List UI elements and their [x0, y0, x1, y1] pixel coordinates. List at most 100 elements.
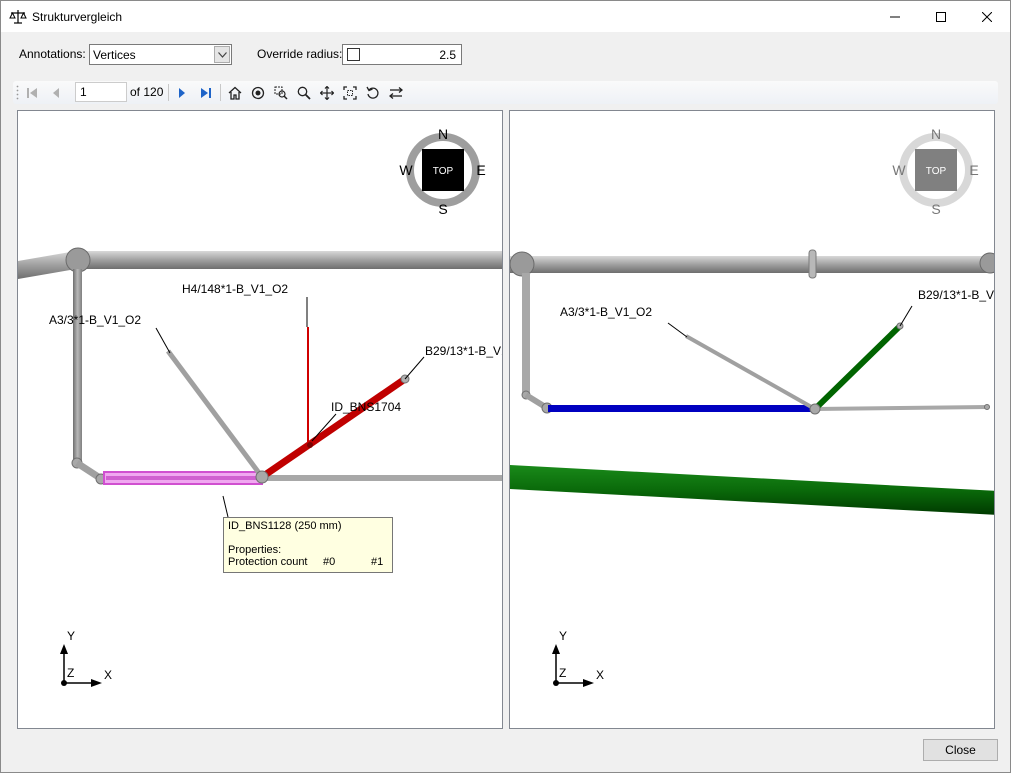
left-3d-viewport[interactable]: H4/148*1-B_V1_O2 A3/3*1-B_V1_O2 B29/13*1…: [17, 110, 503, 729]
pipe-joint[interactable]: [255, 470, 269, 484]
branch-pipe[interactable]: [165, 349, 265, 479]
reset-view-button[interactable]: [363, 83, 383, 102]
maximize-icon: [936, 11, 946, 22]
grip-icon: [16, 85, 19, 100]
tooltip-properties-label: Properties:: [228, 544, 282, 556]
tooltip-property-value-1: #1: [371, 556, 384, 568]
pipe-label-b29: B29/13*1-B_V1_O2: [425, 344, 503, 358]
vertical-pipe[interactable]: [73, 269, 82, 462]
right-3d-viewport[interactable]: A3/3*1-B_V1_O2 B29/13*1-B_V1_O2 TOP N S …: [509, 110, 995, 729]
green-pipe-segment[interactable]: [812, 323, 903, 412]
minimize-button[interactable]: [872, 1, 918, 32]
page-number-box[interactable]: [75, 82, 127, 102]
fit-extents-icon: [343, 85, 357, 100]
main-pipe[interactable]: [76, 251, 503, 269]
title-bar: Strukturvergleich: [1, 1, 1010, 32]
pipe-joint[interactable]: [809, 403, 821, 415]
main-pipe[interactable]: [510, 256, 995, 273]
pipe-joint[interactable]: [65, 247, 91, 273]
x-axis-label: X: [104, 668, 112, 682]
y-axis-arrow: [60, 644, 68, 654]
compass-east[interactable]: E: [476, 162, 485, 178]
navigation-toolbar: of 120: [13, 81, 998, 104]
dropdown-arrow[interactable]: [214, 46, 230, 63]
pipe-joint[interactable]: [984, 404, 990, 410]
right-scene: A3/3*1-B_V1_O2 B29/13*1-B_V1_O2 TOP N S …: [510, 126, 995, 687]
pipe-label-bns1704: ID_BNS1704: [331, 400, 401, 414]
compass-east[interactable]: E: [969, 162, 978, 178]
zoom-extents-button[interactable]: [340, 83, 360, 102]
tooltip-property-name: Protection count: [228, 556, 308, 568]
close-button[interactable]: Close: [923, 739, 998, 761]
orbit-icon: [251, 86, 265, 99]
view-compass[interactable]: TOP N S E W: [892, 126, 978, 217]
compass-north[interactable]: N: [438, 126, 448, 142]
zoom-window-button[interactable]: [271, 83, 291, 102]
settings-row: Annotations: Vertices Override radius: 2…: [1, 43, 1010, 65]
override-radius-label: Override radius:: [257, 47, 343, 61]
maximize-button[interactable]: [918, 1, 964, 32]
compass-west[interactable]: W: [892, 162, 906, 178]
zoom-button[interactable]: [294, 83, 314, 102]
pipe-joint[interactable]: [510, 251, 535, 277]
close-icon: [982, 11, 992, 22]
leader-line: [222, 495, 229, 518]
y-axis-label: Y: [559, 629, 567, 643]
swap-views-button[interactable]: [386, 83, 406, 102]
orbit-button[interactable]: [248, 83, 268, 102]
pipe-label-b29: B29/13*1-B_V1_O2: [918, 288, 995, 302]
pipe-joint[interactable]: [979, 252, 995, 274]
axis-triad: Y X Z: [60, 629, 112, 687]
compass-south[interactable]: S: [438, 201, 447, 217]
leader-line: [155, 327, 171, 354]
next-page-button[interactable]: [172, 83, 192, 102]
override-radius-value: 2.5: [439, 48, 456, 62]
segment-tooltip: ID_BNS1128 (250 mm) Properties: Protecti…: [223, 517, 393, 573]
home-icon: [228, 86, 242, 100]
window-title: Strukturvergleich: [32, 9, 123, 24]
chevron-down-icon: [217, 51, 227, 58]
compass-north[interactable]: N: [931, 126, 941, 142]
view-compass[interactable]: TOP N S E W: [399, 126, 485, 217]
strukturvergleich-window: Strukturvergleich Annotations: Vertices …: [0, 0, 1011, 773]
blue-pipe-segment[interactable]: [548, 405, 815, 412]
z-axis-label: Z: [559, 666, 566, 680]
previous-page-icon: [53, 87, 59, 98]
pipe-flange[interactable]: [808, 249, 817, 279]
tooltip-property-value-0: #0: [323, 556, 336, 568]
first-page-button[interactable]: [22, 83, 42, 102]
pan-button[interactable]: [317, 83, 337, 102]
axis-triad: Y X Z: [552, 629, 604, 687]
override-radius-checkbox[interactable]: [347, 48, 360, 61]
pipe-segment[interactable]: [262, 475, 503, 481]
z-axis-label: Z: [67, 666, 74, 680]
pipe-label-a3: A3/3*1-B_V1_O2: [560, 305, 652, 319]
last-page-button[interactable]: [196, 83, 216, 102]
green-main-pipe[interactable]: [510, 465, 995, 515]
view-cube-label: TOP: [926, 166, 947, 177]
view-cube-label: TOP: [433, 166, 454, 177]
elbow-pipe[interactable]: [75, 460, 102, 481]
x-axis-label: X: [596, 668, 604, 682]
toolbar-separator: [168, 84, 169, 101]
annotations-dropdown[interactable]: Vertices: [89, 44, 232, 65]
close-window-button[interactable]: [964, 1, 1010, 32]
tooltip-property-row: Protection count #0 #1: [228, 556, 388, 568]
override-radius-field[interactable]: 2.5: [342, 44, 462, 65]
x-axis-arrow: [583, 679, 594, 687]
branch-pipe[interactable]: [685, 334, 816, 411]
home-view-button[interactable]: [225, 83, 245, 102]
previous-page-button[interactable]: [46, 83, 66, 102]
pipe-joint[interactable]: [307, 442, 313, 448]
leader-line: [667, 322, 688, 338]
pipe-segment[interactable]: [814, 405, 989, 411]
vertical-pipe[interactable]: [522, 273, 530, 393]
left-scene: H4/148*1-B_V1_O2 A3/3*1-B_V1_O2 B29/13*1…: [18, 126, 503, 687]
compass-west[interactable]: W: [399, 162, 413, 178]
annotations-label: Annotations:: [19, 47, 86, 61]
leader-line: [899, 305, 913, 327]
y-axis-arrow: [552, 644, 560, 654]
page-number-input[interactable]: [78, 84, 126, 100]
red-pipe-segment[interactable]: [260, 376, 407, 480]
compass-south[interactable]: S: [931, 201, 940, 217]
